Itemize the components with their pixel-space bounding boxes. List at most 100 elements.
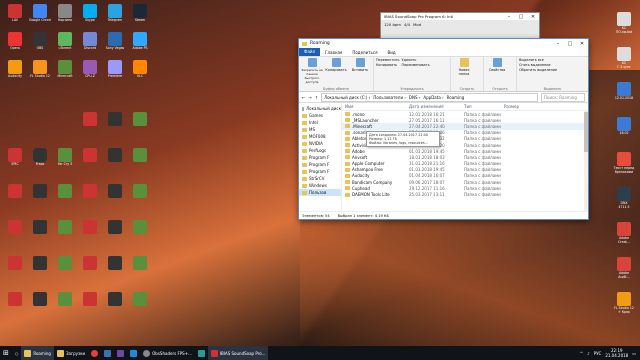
desktop-icon[interactable]: FL Studio 12 + Кряк xyxy=(613,292,635,318)
select-all-button[interactable]: Выделить все xyxy=(519,58,557,62)
nav-item[interactable]: Intel xyxy=(299,119,341,126)
nav-item[interactable]: Program F xyxy=(299,168,341,175)
column-date[interactable]: Дата изменения xyxy=(409,104,464,109)
breadcrumb-item[interactable]: Локальный диск (C:) › xyxy=(324,95,370,100)
desktop-icon[interactable] xyxy=(104,256,126,282)
taskbar-item-obs[interactable]: ObsShaders FPS+... xyxy=(140,346,195,360)
maximize-icon[interactable]: □ xyxy=(515,12,527,21)
breadcrumb-item[interactable]: AppData › xyxy=(423,95,443,100)
desktop-icon[interactable]: Audacity xyxy=(4,60,26,86)
desktop-icon[interactable] xyxy=(4,220,26,246)
desktop-icon[interactable]: OBS xyxy=(29,32,51,58)
desktop-icon[interactable] xyxy=(4,148,26,174)
desktop-icon[interactable]: CPU-Z xyxy=(79,60,101,86)
signature-readout[interactable]: 4/4 xyxy=(404,22,410,27)
up-icon[interactable]: ↑ xyxy=(315,95,318,100)
tab-file[interactable]: Файл xyxy=(299,48,321,56)
desktop-icon[interactable] xyxy=(29,292,51,318)
desktop-icon[interactable]: Корзина xyxy=(54,4,76,30)
desktop-icon[interactable] xyxy=(104,292,126,318)
desktop-icon[interactable] xyxy=(129,292,151,318)
close-icon[interactable]: ✕ xyxy=(527,12,539,21)
desktop-icon[interactable]: KC Г.3.sync xyxy=(613,47,635,73)
taskbar-item-chrome[interactable] xyxy=(88,346,101,360)
forward-icon[interactable]: → xyxy=(308,95,311,100)
nav-item[interactable]: Пользов xyxy=(299,189,341,196)
desktop-icon[interactable]: Discord xyxy=(79,32,101,58)
notifications-icon[interactable]: ▭ xyxy=(632,351,636,356)
copy-button[interactable]: Копировать xyxy=(325,58,347,90)
pin-button[interactable]: Закрепить на панели быстрого доступа xyxy=(301,58,323,90)
start-button[interactable]: ⊞ xyxy=(0,346,12,360)
chevron-up-icon[interactable]: ^ xyxy=(580,351,583,356)
desktop-icon[interactable]: Текст перед брелоками xyxy=(613,152,635,178)
clock[interactable]: 22:19 21.04.2018 xyxy=(605,348,628,358)
invert-selection-button[interactable]: Обратить выделение xyxy=(519,68,557,72)
desktop-icon[interactable]: FL Studio 12 xyxy=(29,60,51,86)
desktop-icon[interactable] xyxy=(29,256,51,282)
search-input[interactable]: Поиск: Roaming xyxy=(541,92,585,102)
desktop-icon[interactable] xyxy=(79,184,101,210)
taskbar-item-roaming[interactable]: Roaming xyxy=(21,346,54,360)
move-button[interactable]: Переместить xyxy=(376,58,400,62)
paste-button[interactable]: Вставить xyxy=(349,58,371,90)
desktop-icon[interactable]: Skype xyxy=(79,4,101,30)
desktop-icon[interactable]: Adobe Audit... xyxy=(613,257,635,283)
desktop-icon[interactable] xyxy=(104,112,126,138)
desktop-icon[interactable] xyxy=(4,256,26,282)
desktop-icon[interactable]: Sony Vegas xyxy=(104,32,126,58)
address-bar[interactable]: Локальный диск (C:) › Пользователи › DNS ›… xyxy=(321,92,538,102)
desktop-icon[interactable] xyxy=(79,256,101,282)
tab-home[interactable]: Главная xyxy=(320,50,347,55)
desktop-icon[interactable]: LAV xyxy=(4,4,26,30)
mod-readout[interactable]: Mod xyxy=(413,22,421,27)
desktop-icon[interactable] xyxy=(79,148,101,174)
desktop-icon[interactable]: VLC xyxy=(129,60,151,86)
tempo-readout[interactable]: 120 bpm xyxy=(384,22,401,27)
nav-item[interactable]: Program F xyxy=(299,161,341,168)
desktop-icon[interactable] xyxy=(79,292,101,318)
desktop-icon[interactable] xyxy=(54,256,76,282)
desktop-icon[interactable] xyxy=(79,220,101,246)
desktop-icon[interactable] xyxy=(54,292,76,318)
desktop-icon[interactable]: 12.01.2018 xyxy=(613,82,635,108)
breadcrumb-item[interactable]: Пользователи › xyxy=(373,95,406,100)
nav-item[interactable]: MOF008 xyxy=(299,133,341,140)
desktop-icon[interactable] xyxy=(104,184,126,210)
desktop-icon[interactable] xyxy=(4,292,26,318)
tab-share[interactable]: Поделиться xyxy=(347,50,382,55)
close-icon[interactable]: ✕ xyxy=(576,39,588,48)
desktop-icon[interactable] xyxy=(104,220,126,246)
desktop-icon[interactable]: Adobe Creat... xyxy=(613,222,635,248)
back-icon[interactable]: ← xyxy=(302,95,305,100)
desktop-icon[interactable]: Premiere xyxy=(104,60,126,86)
nav-item[interactable]: StrSrCV xyxy=(299,175,341,182)
nav-item[interactable]: Локальный диск xyxy=(299,105,341,112)
desktop-icon[interactable] xyxy=(129,112,151,138)
minimize-icon[interactable]: – xyxy=(552,39,564,48)
desktop-icon[interactable] xyxy=(129,256,151,282)
nav-item[interactable]: PerfLogs xyxy=(299,147,341,154)
taskbar-item-downloads[interactable]: Загрузки xyxy=(54,346,88,360)
column-name[interactable]: Имя xyxy=(342,104,409,109)
desktop-icon[interactable]: Adobe PS xyxy=(129,32,151,58)
nav-item[interactable]: NVIDIA xyxy=(299,140,341,147)
nav-item[interactable]: Windows xyxy=(299,182,341,189)
desktop-icon[interactable] xyxy=(29,148,51,174)
breadcrumb-item[interactable]: DNS › xyxy=(409,95,420,100)
desktop-icon[interactable]: 18.02 xyxy=(613,117,635,143)
desktop-icon[interactable]: Opera xyxy=(4,32,26,58)
column-type[interactable]: Тип xyxy=(464,104,504,109)
new-folder-button[interactable]: Новая папка xyxy=(453,58,475,90)
maximize-icon[interactable]: □ xyxy=(564,39,576,48)
desktop-icon[interactable] xyxy=(79,112,101,138)
desktop-icon[interactable] xyxy=(104,148,126,174)
minimize-icon[interactable]: – xyxy=(503,12,515,21)
taskbar-item-soundsoap[interactable]: IBIAS SoundSoap Pro... xyxy=(207,346,269,360)
taskbar-item-app[interactable] xyxy=(127,346,140,360)
nav-item[interactable]: Games xyxy=(299,112,341,119)
breadcrumb-item[interactable]: Roaming xyxy=(447,95,465,100)
desktop-icon[interactable] xyxy=(29,184,51,210)
table-row[interactable]: DAEMON Tools Lite 25.03.2017 13:11 Папка с… xyxy=(342,191,588,197)
desktop-icon[interactable]: Telegram xyxy=(104,4,126,30)
